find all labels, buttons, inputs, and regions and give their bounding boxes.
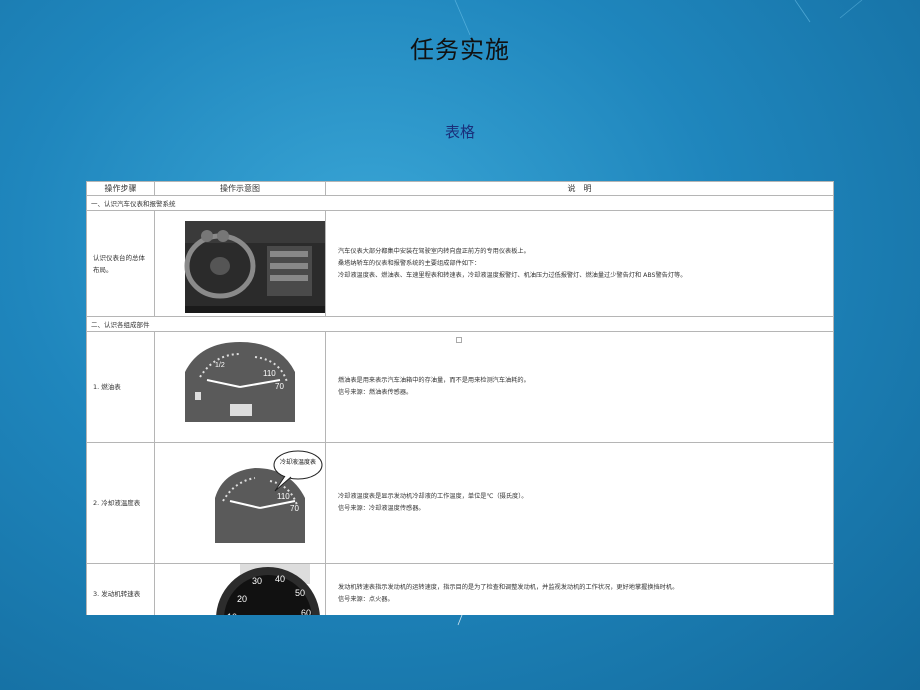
scan-artifact-dot [456, 337, 462, 343]
dashboard-photo [154, 210, 326, 317]
tach-10: 10 [227, 612, 237, 615]
step-cell: 1. 燃油表 [86, 331, 155, 443]
coolant-gauge-photo: 110 70 冷却液温度表 [154, 442, 326, 564]
tach-60: 60 [301, 608, 311, 615]
description-line: 信号来源：燃油表传感器。 [338, 389, 413, 396]
description-line: 桑塔纳轿车的仪表和报警系统的主要组成部件如下： [338, 259, 481, 267]
description-line: 发动机转速表指示发动机的运转速度，指示目的是为了检查和调整发动机，并监视发动机的… [338, 584, 679, 591]
header-step: 操作步骤 [86, 181, 155, 196]
gauge-110-mark: 110 [263, 369, 276, 378]
description-cell: 汽车仪表大部分都集中安装在驾驶室内转向盘正前方的专用仪表板上。 桑塔纳轿车的仪表… [325, 210, 834, 317]
description-line: 燃油表是用来表示汽车油箱中的存油量，而不是用来检测汽车油耗的。 [338, 377, 530, 384]
gauge-70-mark: 70 [290, 504, 299, 513]
header-description: 说 明 [325, 181, 834, 196]
slide-subtitle: 表格 [444, 123, 475, 141]
section-2-label: 二、认识各组成部件 [86, 316, 834, 332]
fuel-gauge-photo: 1/2 110 70 [154, 331, 326, 443]
description-line: 冷却液温度表是显示发动机冷却液的工作温度，单位是℃（摄氏度）。 [338, 493, 528, 500]
section-row-1: 一、认识汽车仪表和报警系统 [86, 195, 834, 211]
tach-50: 50 [295, 588, 305, 598]
table-row: 1. 燃油表 1/2 110 70 燃油表是用来表示汽车油箱中的存油量，而不是用… [86, 331, 834, 443]
table-row: 认识仪表台的总体布局。 汽车仪表大部分都集中安装在驾驶室内转向盘正前方的专用仪表… [86, 210, 834, 317]
description-line: 信号来源：点火器。 [338, 596, 394, 603]
step-cell: 2. 冷却液温度表 [86, 442, 155, 564]
section-1-label: 一、认识汽车仪表和报警系统 [86, 195, 834, 211]
description-line: 信号来源：冷却液温度传感器。 [338, 505, 425, 512]
description-line: 冷却液温度表、燃油表、车速里程表和转速表，冷却液温度报警灯、机油压力过低报警灯、… [338, 271, 687, 279]
table-row: 2. 冷却液温度表 110 70 冷却液温度表 冷却液温度表是显示发动机冷却液的… [86, 442, 834, 564]
gauge-110-mark: 110 [277, 492, 290, 501]
operation-table: 操作步骤 操作示意图 说 明 一、认识汽车仪表和报警系统 认识仪表台的总体布局。 [86, 181, 834, 615]
step-cell: 认识仪表台的总体布局。 [86, 210, 155, 317]
tach-20: 20 [237, 594, 247, 604]
gauge-half-mark: 1/2 [215, 362, 225, 369]
section-row-2: 二、认识各组成部件 [86, 316, 834, 332]
description-cell: 冷却液温度表是显示发动机冷却液的工作温度，单位是℃（摄氏度）。 信号来源：冷却液… [325, 442, 834, 564]
coolant-callout-label: 冷却液温度表 [280, 458, 316, 466]
description-line: 汽车仪表大部分都集中安装在驾驶室内转向盘正前方的专用仪表板上。 [338, 247, 530, 255]
table-header-row: 操作步骤 操作示意图 说 明 [86, 181, 834, 196]
tach-40: 40 [275, 574, 285, 584]
slide-title: 任务实施 [410, 36, 510, 64]
tach-30: 30 [252, 576, 262, 586]
header-diagram: 操作示意图 [154, 181, 326, 196]
tachometer-photo: 20 30 40 50 10 60 [154, 563, 326, 615]
table-row: 3. 发动机转速表 20 30 40 50 10 60 发动机转速表指示发动机的… [86, 563, 834, 615]
description-cell: 燃油表是用来表示汽车油箱中的存油量，而不是用来检测汽车油耗的。 信号来源：燃油表… [325, 331, 834, 443]
description-cell: 发动机转速表指示发动机的运转速度，指示目的是为了检查和调整发动机，并监视发动机的… [325, 563, 834, 615]
gauge-70-mark: 70 [275, 382, 284, 391]
step-cell: 3. 发动机转速表 [86, 563, 155, 615]
document-table-image: 操作步骤 操作示意图 说 明 一、认识汽车仪表和报警系统 认识仪表台的总体布局。 [86, 181, 834, 615]
